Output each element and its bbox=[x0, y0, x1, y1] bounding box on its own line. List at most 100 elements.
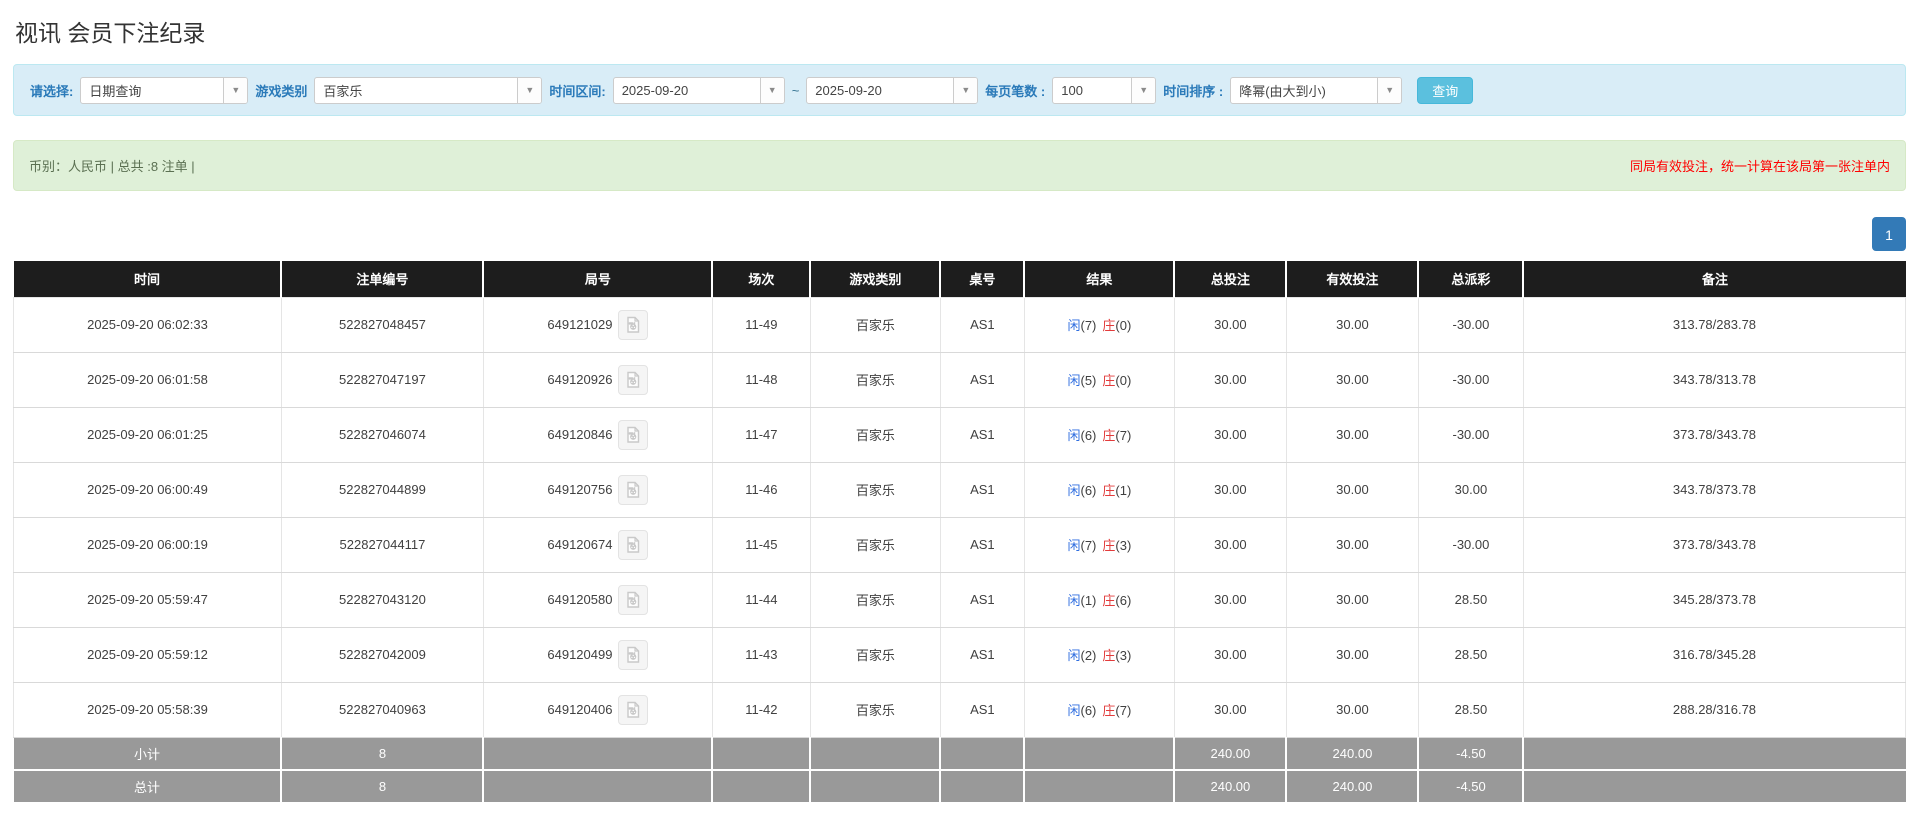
banker-result-label: 庄 bbox=[1102, 538, 1116, 553]
game-type-select[interactable]: 百家乐 ▼ bbox=[314, 76, 543, 104]
page-1-button[interactable]: 1 bbox=[1872, 217, 1906, 251]
bet-time: 2025-09-20 06:01:25 bbox=[13, 407, 282, 463]
table-number: AS1 bbox=[940, 517, 1025, 573]
bet-slip-number: 522827040963 bbox=[281, 682, 484, 738]
game-type: 百家乐 bbox=[810, 296, 941, 353]
payout-amount: -30.00 bbox=[1418, 407, 1524, 463]
valid-bet: 30.00 bbox=[1286, 517, 1419, 573]
total-bet-link[interactable]: 30.00 bbox=[1174, 517, 1287, 573]
total-bet-link[interactable]: 30.00 bbox=[1174, 682, 1287, 738]
query-type-select[interactable]: 日期查询 ▼ bbox=[80, 76, 249, 104]
video-record-icon[interactable] bbox=[618, 309, 649, 340]
date-to-value[interactable]: 2025-09-20 bbox=[807, 83, 953, 98]
pagination-top: 1 bbox=[13, 217, 1906, 251]
total-row: 总计 8 240.00 240.00 -4.50 bbox=[13, 770, 1906, 804]
total-bet-link[interactable]: 30.00 bbox=[1174, 352, 1287, 408]
bet-slip-number: 522827044899 bbox=[281, 462, 484, 518]
header-result: 结果 bbox=[1024, 261, 1176, 297]
chevron-down-icon[interactable]: ▼ bbox=[759, 77, 784, 103]
header-table-no: 桌号 bbox=[940, 261, 1026, 297]
session-number: 11-45 bbox=[712, 517, 811, 573]
filter-bar: 请选择: 日期查询 ▼ 游戏类别 百家乐 ▼ 时间区间: 2025-09-20 … bbox=[13, 64, 1906, 116]
session-number: 11-49 bbox=[712, 296, 811, 353]
payout-amount: -30.00 bbox=[1418, 296, 1524, 353]
sort-order-value[interactable]: 降幂(由大到小) bbox=[1231, 81, 1377, 100]
chevron-down-icon[interactable]: ▼ bbox=[517, 77, 542, 103]
valid-bet: 30.00 bbox=[1286, 296, 1419, 353]
table-row: 2025-09-20 06:01:58 522827047197 6491209… bbox=[13, 352, 1907, 408]
player-result-score: (5) bbox=[1080, 373, 1097, 388]
date-from-select[interactable]: 2025-09-20 ▼ bbox=[612, 76, 785, 104]
header-total-bet: 总投注 bbox=[1174, 261, 1288, 297]
table-number: AS1 bbox=[940, 572, 1025, 628]
sort-order-select[interactable]: 降幂(由大到小) ▼ bbox=[1230, 76, 1403, 104]
video-record-icon[interactable] bbox=[618, 364, 649, 395]
date-from-value[interactable]: 2025-09-20 bbox=[614, 83, 760, 98]
chevron-down-icon[interactable]: ▼ bbox=[1377, 77, 1402, 103]
game-type: 百家乐 bbox=[810, 407, 941, 463]
round-number: 649120756 bbox=[547, 482, 613, 497]
video-record-icon[interactable] bbox=[618, 694, 649, 725]
video-record-icon[interactable] bbox=[618, 419, 649, 450]
round-cell: 649120406 bbox=[483, 682, 713, 738]
video-record-icon[interactable] bbox=[618, 474, 649, 505]
round-cell: 649121029 bbox=[483, 296, 713, 353]
per-page-value[interactable]: 100 bbox=[1053, 83, 1131, 98]
banker-result-label: 庄 bbox=[1102, 428, 1116, 443]
round-cell: 649120499 bbox=[483, 627, 713, 683]
total-bet-link[interactable]: 30.00 bbox=[1174, 296, 1287, 353]
query-button[interactable]: 查询 bbox=[1417, 76, 1474, 104]
subtotal-total-bet: 240.00 bbox=[1174, 737, 1288, 771]
bet-slip-number: 522827044117 bbox=[281, 517, 484, 573]
per-page-select[interactable]: 100 ▼ bbox=[1052, 76, 1157, 104]
round-number: 649121029 bbox=[547, 317, 613, 332]
bet-slip-number: 522827047197 bbox=[281, 352, 484, 408]
session-number: 11-48 bbox=[712, 352, 811, 408]
payout-amount: 28.50 bbox=[1418, 682, 1524, 738]
banker-result-score: (1) bbox=[1115, 483, 1132, 498]
banker-result-label: 庄 bbox=[1102, 373, 1116, 388]
total-bet-link[interactable]: 30.00 bbox=[1174, 572, 1287, 628]
game-type: 百家乐 bbox=[810, 682, 941, 738]
header-bet-id: 注单编号 bbox=[281, 261, 485, 297]
session-number: 11-47 bbox=[712, 407, 811, 463]
banker-result-score: (0) bbox=[1115, 318, 1132, 333]
date-to-select[interactable]: 2025-09-20 ▼ bbox=[806, 76, 979, 104]
player-result-label: 闲 bbox=[1067, 318, 1081, 333]
query-type-value[interactable]: 日期查询 bbox=[81, 81, 223, 100]
round-number: 649120674 bbox=[547, 537, 613, 552]
game-type-label: 游戏类别 bbox=[255, 83, 308, 99]
table-number: AS1 bbox=[940, 296, 1025, 353]
round-number: 649120926 bbox=[547, 372, 613, 387]
round-cell: 649120846 bbox=[483, 407, 713, 463]
game-type-value[interactable]: 百家乐 bbox=[315, 81, 517, 100]
remark: 373.78/343.78 bbox=[1523, 407, 1907, 463]
player-result-label: 闲 bbox=[1067, 483, 1081, 498]
page: 视讯 会员下注纪录 请选择: 日期查询 ▼ 游戏类别 百家乐 ▼ 时间区间: 2… bbox=[0, 0, 1919, 818]
total-bet-link[interactable]: 30.00 bbox=[1174, 462, 1287, 518]
result-cell: 闲(2) 庄(3) bbox=[1024, 627, 1175, 683]
banker-result-score: (7) bbox=[1115, 703, 1132, 718]
round-cell: 649120674 bbox=[483, 517, 713, 573]
total-bet-link[interactable]: 30.00 bbox=[1174, 627, 1287, 683]
bet-slip-number: 522827046074 bbox=[281, 407, 484, 463]
chevron-down-icon[interactable]: ▼ bbox=[953, 77, 978, 103]
result-cell: 闲(7) 庄(0) bbox=[1024, 296, 1175, 353]
video-record-icon[interactable] bbox=[618, 639, 649, 670]
payout-amount: 28.50 bbox=[1418, 572, 1524, 628]
remark: 313.78/283.78 bbox=[1523, 296, 1907, 353]
chevron-down-icon[interactable]: ▼ bbox=[1131, 77, 1156, 103]
total-bet-link[interactable]: 30.00 bbox=[1174, 407, 1287, 463]
game-type: 百家乐 bbox=[810, 352, 941, 408]
valid-bet: 30.00 bbox=[1286, 572, 1419, 628]
header-valid-bet: 有效投注 bbox=[1286, 261, 1420, 297]
session-number: 11-44 bbox=[712, 572, 811, 628]
video-record-icon[interactable] bbox=[618, 529, 649, 560]
game-type: 百家乐 bbox=[810, 517, 941, 573]
video-record-icon[interactable] bbox=[618, 584, 649, 615]
summary-currency-count: 币别：人民币 | 总共 :8 注单 | bbox=[29, 159, 195, 174]
round-number: 649120499 bbox=[547, 647, 613, 662]
total-payout: -4.50 bbox=[1418, 770, 1525, 804]
round-number: 649120406 bbox=[547, 702, 613, 717]
chevron-down-icon[interactable]: ▼ bbox=[223, 77, 248, 103]
